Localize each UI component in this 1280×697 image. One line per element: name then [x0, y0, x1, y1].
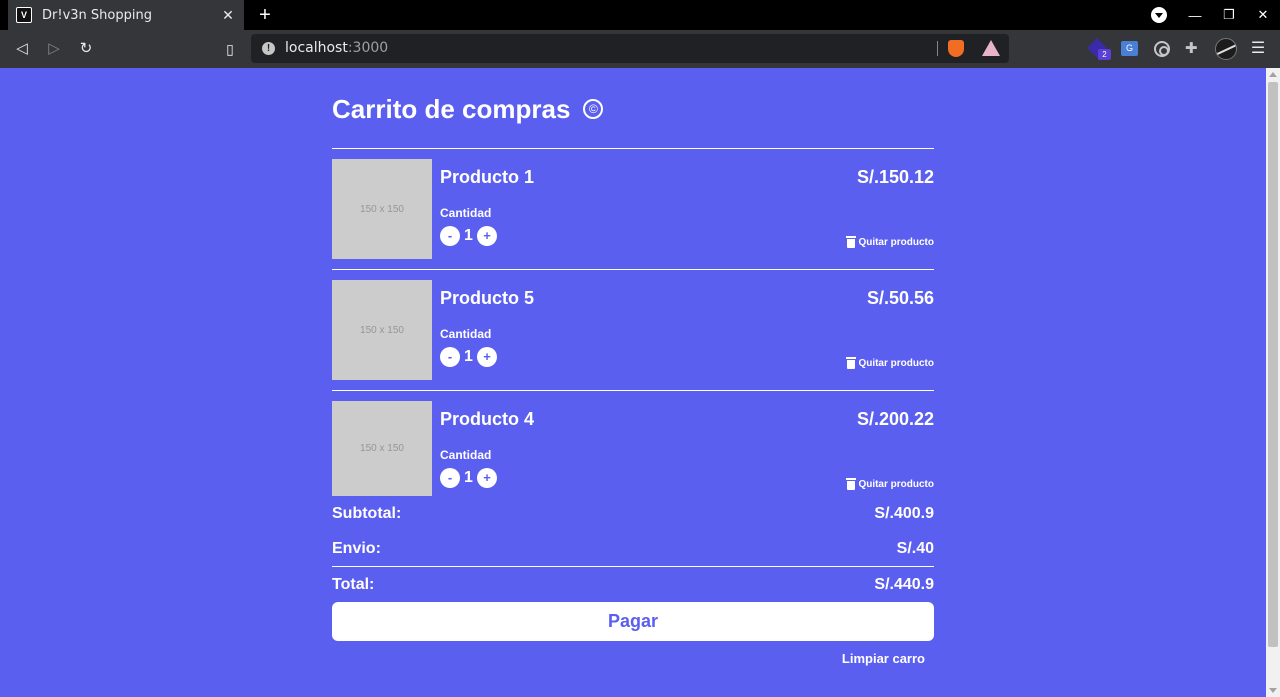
- reload-icon[interactable]: ↻: [75, 38, 97, 60]
- browser-menu-icon[interactable]: ☰: [1249, 38, 1267, 60]
- divider: [332, 269, 934, 270]
- product-image: 150 x 150: [332, 401, 432, 496]
- page-title: Carrito de compras: [332, 93, 571, 124]
- quantity-stepper: - 1 +: [440, 347, 497, 367]
- cart-item: 150 x 150 Producto 4 S/.200.22 Cantidad …: [332, 401, 934, 496]
- address-separator: [937, 41, 938, 56]
- tab-title: Dr!v3n Shopping: [42, 7, 152, 23]
- page-viewport: Carrito de compras © 150 x 150 Producto …: [0, 68, 1266, 697]
- remove-product-label: Quitar producto: [858, 236, 934, 248]
- translate-shape: G: [1121, 41, 1138, 56]
- window-controls: — ❐ ✕: [1178, 0, 1280, 30]
- url-port: :3000: [347, 40, 389, 56]
- copyright-icon: ©: [583, 99, 604, 119]
- cart-item: 150 x 150 Producto 1 S/.150.12 Cantidad …: [332, 159, 934, 259]
- product-image: 150 x 150: [332, 159, 432, 259]
- brave-shields-icon[interactable]: [948, 40, 964, 57]
- shipping-value: S/.40: [896, 540, 934, 557]
- total-label: Total:: [332, 576, 375, 593]
- product-name: Producto 1: [440, 167, 535, 187]
- shipping-row: Envio: S/.40: [332, 540, 934, 560]
- scroll-down-arrow-icon[interactable]: [1269, 688, 1277, 693]
- quantity-stepper: - 1 +: [440, 468, 497, 488]
- subtotal-label: Subtotal:: [332, 505, 402, 522]
- close-tab-icon[interactable]: ✕: [220, 7, 236, 24]
- site-info-icon[interactable]: !: [262, 42, 275, 55]
- cart-item: 150 x 150 Producto 5 S/.50.56 Cantidad -…: [332, 280, 934, 380]
- tab-strip: V Dr!v3n Shopping ✕ + — ❐ ✕: [0, 0, 1280, 30]
- close-window-icon[interactable]: ✕: [1246, 7, 1280, 23]
- divider: [332, 390, 934, 391]
- target-shape: [1154, 41, 1170, 57]
- pay-button[interactable]: Pagar: [332, 602, 934, 641]
- browser-toolbar: ◁ ▷ ↻ ▯ ! localhost:3000 2 G ✚ ☰: [0, 30, 1280, 68]
- brave-rewards-icon[interactable]: [982, 40, 1000, 56]
- product-name: Producto 4: [440, 409, 535, 429]
- cart-header: Carrito de compras ©: [332, 92, 604, 126]
- address-bar[interactable]: ! localhost:3000: [251, 34, 1009, 63]
- quantity-label: Cantidad: [440, 448, 492, 462]
- profile-avatar[interactable]: [1215, 38, 1237, 60]
- quantity-label: Cantidad: [440, 327, 492, 341]
- trash-icon: [846, 478, 857, 490]
- total-value: S/.440.9: [874, 576, 934, 593]
- browser-tab[interactable]: V Dr!v3n Shopping ✕: [8, 0, 244, 30]
- product-image: 150 x 150: [332, 280, 432, 380]
- puzzle-extensions-icon[interactable]: ✚: [1185, 39, 1205, 59]
- product-price: S/.200.22: [856, 409, 934, 429]
- subtotal-value: S/.400.9: [874, 505, 934, 522]
- remove-product-label: Quitar producto: [858, 357, 934, 369]
- back-icon[interactable]: ◁: [11, 38, 33, 60]
- site-favicon-icon: V: [16, 7, 32, 23]
- url-host: localhost: [285, 40, 348, 56]
- divider: [332, 566, 934, 567]
- scroll-up-arrow-icon[interactable]: [1269, 72, 1277, 77]
- increase-quantity-button[interactable]: +: [477, 226, 497, 246]
- restore-icon[interactable]: ❐: [1212, 7, 1246, 23]
- target-extension-icon[interactable]: [1153, 39, 1173, 59]
- quantity-value: 1: [464, 469, 473, 486]
- new-tab-button[interactable]: +: [256, 4, 274, 27]
- subtotal-row: Subtotal: S/.400.9: [332, 505, 934, 525]
- extension-badge: 2: [1098, 49, 1111, 60]
- minimize-icon[interactable]: —: [1178, 8, 1212, 23]
- scrollbar-thumb[interactable]: [1268, 82, 1278, 647]
- decrease-quantity-button[interactable]: -: [440, 226, 460, 246]
- quantity-stepper: - 1 +: [440, 226, 497, 246]
- decrease-quantity-button[interactable]: -: [440, 468, 460, 488]
- shipping-label: Envio:: [332, 540, 381, 557]
- url-text[interactable]: localhost:3000: [285, 40, 388, 56]
- decrease-quantity-button[interactable]: -: [440, 347, 460, 367]
- vertical-scrollbar[interactable]: [1266, 68, 1280, 697]
- clear-cart-button[interactable]: Limpiar carro: [842, 651, 925, 666]
- trash-icon: [846, 357, 857, 369]
- remove-product-button[interactable]: Quitar producto: [846, 236, 934, 248]
- total-row: Total: S/.440.9: [332, 576, 934, 596]
- increase-quantity-button[interactable]: +: [477, 347, 497, 367]
- remove-product-label: Quitar producto: [858, 478, 934, 490]
- tab-search-icon[interactable]: [1151, 7, 1167, 23]
- quantity-label: Cantidad: [440, 206, 492, 220]
- product-price: S/.50.56: [866, 288, 934, 308]
- remove-product-button[interactable]: Quitar producto: [846, 478, 934, 490]
- extension-icon[interactable]: 2: [1087, 38, 1111, 60]
- remove-product-button[interactable]: Quitar producto: [846, 357, 934, 369]
- quantity-value: 1: [464, 227, 473, 244]
- forward-icon[interactable]: ▷: [43, 38, 65, 60]
- increase-quantity-button[interactable]: +: [477, 468, 497, 488]
- product-price: S/.150.12: [856, 167, 934, 187]
- divider: [332, 148, 934, 149]
- trash-icon: [846, 236, 857, 248]
- product-name: Producto 5: [440, 288, 535, 308]
- translate-extension-icon[interactable]: G: [1121, 39, 1141, 59]
- bookmark-icon[interactable]: ▯: [219, 38, 241, 60]
- quantity-value: 1: [464, 348, 473, 365]
